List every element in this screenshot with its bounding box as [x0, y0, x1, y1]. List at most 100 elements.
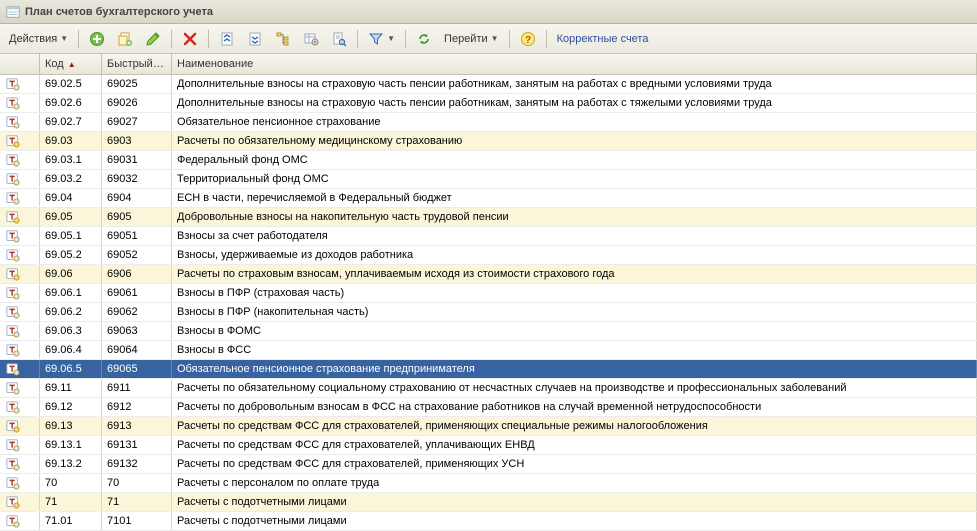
table-row[interactable]: 69.13.169131Расчеты по средствам ФСС для… — [0, 436, 977, 455]
row-fast-cell: 71 — [102, 493, 172, 511]
t-account-icon — [5, 191, 21, 205]
goto-menu[interactable]: Перейти ▼ — [439, 30, 504, 48]
help-button[interactable]: ? — [515, 28, 541, 50]
help-icon: ? — [520, 31, 536, 47]
table-row[interactable]: 69.06.369063Взносы в ФОМС — [0, 322, 977, 341]
grid-body[interactable]: 69.02.569025Дополнительные взносы на стр… — [0, 75, 977, 531]
row-fast-cell: 69062 — [102, 303, 172, 321]
t-account-icon — [5, 134, 21, 148]
table-row[interactable]: 69.13.269132Расчеты по средствам ФСС для… — [0, 455, 977, 474]
table-row[interactable]: 69.06.269062Взносы в ПФР (накопительная … — [0, 303, 977, 322]
find-button[interactable] — [326, 28, 352, 50]
row-code-cell: 69.06.3 — [40, 322, 102, 340]
row-fast-cell: 69064 — [102, 341, 172, 359]
t-account-icon — [5, 514, 21, 528]
table-row[interactable]: 69.116911Расчеты по обязательному социал… — [0, 379, 977, 398]
table-row[interactable]: 69.06.169061Взносы в ПФР (страховая част… — [0, 284, 977, 303]
move-first-button[interactable] — [214, 28, 240, 50]
table-row[interactable]: 69.02.769027Обязательное пенсионное стра… — [0, 113, 977, 132]
row-name-cell: Взносы за счет работодателя — [172, 227, 977, 245]
row-code-cell: 69.06 — [40, 265, 102, 283]
row-type-icon-cell — [0, 170, 40, 188]
correct-accounts-label: Корректные счета — [557, 33, 649, 45]
row-code-cell: 71 — [40, 493, 102, 511]
t-account-icon — [5, 495, 21, 509]
row-fast-cell: 6904 — [102, 189, 172, 207]
delete-button[interactable] — [177, 28, 203, 50]
table-row[interactable]: 71.017101Расчеты с подотчетными лицами — [0, 512, 977, 531]
header-name-col[interactable]: Наименование — [172, 54, 977, 74]
row-type-icon-cell — [0, 322, 40, 340]
add-button[interactable] — [84, 28, 110, 50]
hierarchy-button[interactable] — [270, 28, 296, 50]
header-fast-label: Быстрый… — [107, 58, 164, 70]
table-row[interactable]: 7171Расчеты с подотчетными лицами — [0, 493, 977, 512]
page-up-icon — [219, 31, 235, 47]
table-row[interactable]: 69.126912Расчеты по добровольным взносам… — [0, 398, 977, 417]
toolbar-separator — [357, 30, 358, 48]
t-account-icon — [5, 381, 21, 395]
row-code-cell: 69.03.1 — [40, 151, 102, 169]
move-last-button[interactable] — [242, 28, 268, 50]
row-name-cell: Взносы в ПФР (страховая часть) — [172, 284, 977, 302]
row-type-icon-cell — [0, 360, 40, 378]
row-fast-cell: 6906 — [102, 265, 172, 283]
window-title: План счетов бухгалтерского учета — [25, 6, 213, 18]
row-code-cell: 69.03 — [40, 132, 102, 150]
table-row[interactable]: 69.06.569065Обязательное пенсионное стра… — [0, 360, 977, 379]
table-row[interactable]: 69.03.169031Федеральный фонд ОМС — [0, 151, 977, 170]
row-fast-cell: 69063 — [102, 322, 172, 340]
funnel-icon — [368, 31, 384, 47]
table-row[interactable]: 69.05.169051Взносы за счет работодателя — [0, 227, 977, 246]
refresh-button[interactable] — [411, 28, 437, 50]
table-row[interactable]: 69.05.269052Взносы, удерживаемые из дохо… — [0, 246, 977, 265]
header-code-col[interactable]: Код ▲ — [40, 54, 102, 74]
row-code-cell: 69.02.6 — [40, 94, 102, 112]
row-code-cell: 69.05.1 — [40, 227, 102, 245]
t-account-icon — [5, 77, 21, 91]
table-row[interactable]: 69.136913Расчеты по средствам ФСС для ст… — [0, 417, 977, 436]
row-code-cell: 69.06.1 — [40, 284, 102, 302]
table-row[interactable]: 69.046904ЕСН в части, перечисляемой в Фе… — [0, 189, 977, 208]
row-name-cell: Расчеты по средствам ФСС для страховател… — [172, 436, 977, 454]
edit-button[interactable] — [140, 28, 166, 50]
row-name-cell: Расчеты по обязательному медицинскому ст… — [172, 132, 977, 150]
table-row[interactable]: 69.066906Расчеты по страховым взносам, у… — [0, 265, 977, 284]
table-row[interactable]: 69.06.469064Взносы в ФСС — [0, 341, 977, 360]
actions-label: Действия — [9, 33, 57, 45]
row-type-icon-cell — [0, 113, 40, 131]
delete-x-icon — [182, 31, 198, 47]
header-name-label: Наименование — [177, 58, 253, 70]
table-row[interactable]: 69.03.269032Территориальный фонд ОМС — [0, 170, 977, 189]
actions-menu[interactable]: Действия ▼ — [4, 30, 73, 48]
columns-button[interactable] — [298, 28, 324, 50]
row-fast-cell: 69027 — [102, 113, 172, 131]
t-account-icon — [5, 229, 21, 243]
t-account-icon — [5, 400, 21, 414]
table-row[interactable]: 7070Расчеты с персоналом по оплате труда — [0, 474, 977, 493]
row-code-cell: 69.06.4 — [40, 341, 102, 359]
copy-button[interactable] — [112, 28, 138, 50]
table-row[interactable]: 69.02.569025Дополнительные взносы на стр… — [0, 75, 977, 94]
row-type-icon-cell — [0, 379, 40, 397]
row-name-cell: Расчеты по добровольным взносам в ФСС на… — [172, 398, 977, 416]
header-icon-col[interactable] — [0, 54, 40, 74]
table-row[interactable]: 69.02.669026Дополнительные взносы на стр… — [0, 94, 977, 113]
table-row[interactable]: 69.036903Расчеты по обязательному медици… — [0, 132, 977, 151]
toolbar-separator — [208, 30, 209, 48]
row-name-cell: Взносы в ПФР (накопительная часть) — [172, 303, 977, 321]
header-code-label: Код — [45, 58, 64, 70]
correct-accounts-button[interactable]: Корректные счета — [552, 30, 654, 48]
row-name-cell: Обязательное пенсионное страхование пред… — [172, 360, 977, 378]
pencil-icon — [145, 31, 161, 47]
filter-button[interactable]: ▼ — [363, 28, 400, 50]
row-name-cell: Федеральный фонд ОМС — [172, 151, 977, 169]
header-fast-col[interactable]: Быстрый… — [102, 54, 172, 74]
row-fast-cell: 69061 — [102, 284, 172, 302]
row-code-cell: 69.13 — [40, 417, 102, 435]
goto-label: Перейти — [444, 33, 488, 45]
row-name-cell: Территориальный фонд ОМС — [172, 170, 977, 188]
t-account-icon — [5, 153, 21, 167]
table-row[interactable]: 69.056905Добровольные взносы на накопите… — [0, 208, 977, 227]
row-fast-cell: 69052 — [102, 246, 172, 264]
